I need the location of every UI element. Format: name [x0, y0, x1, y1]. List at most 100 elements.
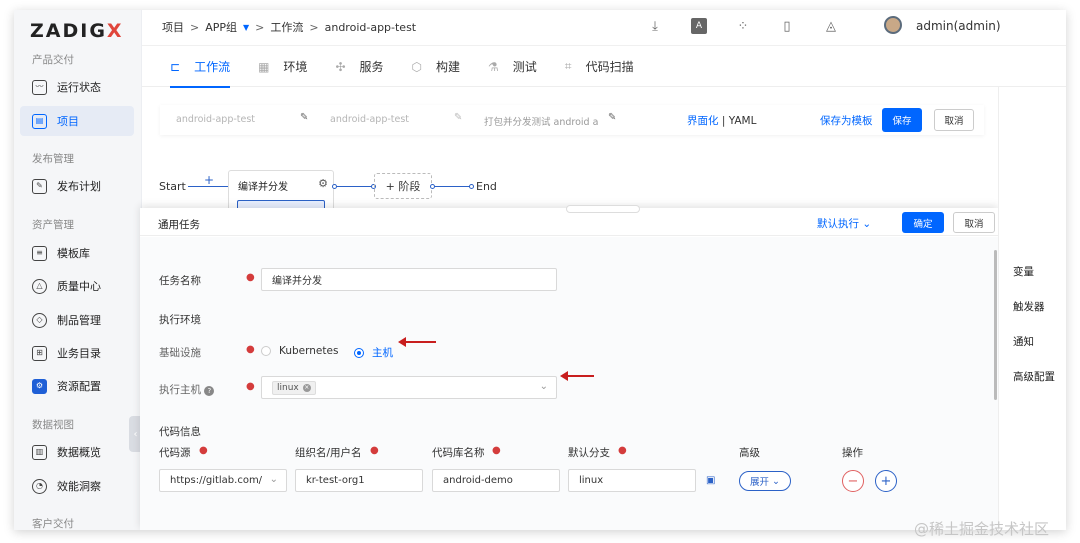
flow-start: Start: [159, 180, 186, 193]
help-icon[interactable]: ?: [204, 386, 215, 396]
app-window: ZADIGX 产品交付 〰 运行状态 ▤ 项目 发布管理 ✎ 发布计划 资产管理…: [14, 10, 1066, 530]
save-button[interactable]: 保存: [882, 108, 922, 132]
sidebar-item-insight[interactable]: ◔ 效能洞察: [20, 471, 134, 501]
remove-repo-button[interactable]: −: [842, 470, 864, 492]
insert-stage-plus[interactable]: +: [204, 173, 214, 187]
repo-select[interactable]: android-demo: [432, 469, 560, 492]
infra-radio-host[interactable]: 主机: [354, 345, 393, 360]
download-icon[interactable]: ⤓: [647, 18, 663, 34]
task-name-input[interactable]: 编译并分发: [261, 268, 557, 291]
env-icon: ▦: [258, 59, 270, 74]
code-info-title: 代码信息: [159, 426, 201, 438]
sidebar-item-resource[interactable]: ⚙ 资源配置: [20, 371, 134, 401]
tree-icon: ⊞: [32, 345, 47, 361]
edit-icon[interactable]: ✎: [608, 112, 616, 123]
breadcrumb-group[interactable]: APP组: [205, 19, 237, 35]
side-item-notify[interactable]: 通知: [1013, 334, 1034, 349]
confirm-button[interactable]: 确定: [902, 212, 944, 233]
edit-icon[interactable]: ✎: [300, 112, 308, 123]
tab-build[interactable]: ⬡ 构建: [412, 47, 461, 87]
avatar[interactable]: [884, 16, 902, 34]
flow-end: End: [476, 180, 497, 193]
col-header-advanced: 高级: [739, 447, 760, 459]
breadcrumb-workflow[interactable]: 工作流: [270, 19, 303, 35]
sidebar-item-artifact[interactable]: ◇ 制品管理: [20, 305, 134, 335]
translate-icon[interactable]: A: [691, 18, 707, 34]
infra-label: 基础设施: [159, 347, 201, 359]
workflow-icon: ⊏: [170, 59, 181, 74]
workflow-desc-field[interactable]: 打包并分发测试 android a: [484, 114, 598, 128]
task-panel-header: 通用任务 默认执行 ⌄ 确定 取消: [140, 208, 998, 236]
sidebar-item-template[interactable]: ≡ 模板库: [20, 238, 134, 268]
flow-line: [334, 186, 374, 187]
mode-ui[interactable]: 界面化: [687, 115, 719, 127]
add-stage-button[interactable]: + 阶段: [374, 173, 432, 199]
required-mark: ●: [246, 381, 255, 392]
host-label: 执行主机 ?: [159, 382, 215, 397]
workflow-name-field[interactable]: android-app-test: [176, 114, 255, 125]
sidebar-section-title: 客户交付: [32, 518, 74, 530]
template-icon: ≡: [32, 245, 47, 261]
stage-title: 编译并分发: [238, 182, 288, 193]
branch-config-icon[interactable]: ▣: [706, 475, 715, 486]
default-exec-select[interactable]: 默认执行 ⌄: [817, 216, 871, 231]
sidebar-item-data-overview[interactable]: ▥ 数据概览: [20, 437, 134, 467]
sidebar-item-release-plan[interactable]: ✎ 发布计划: [20, 171, 134, 201]
tab-test[interactable]: ⚗ 测试: [488, 47, 537, 87]
sidebar-item-catalog[interactable]: ⊞ 业务目录: [20, 338, 134, 368]
sidebar-section-title: 产品交付: [32, 54, 74, 66]
user-name[interactable]: admin(admin): [916, 19, 1001, 33]
required-mark: ●: [246, 344, 255, 355]
workflow-key-field[interactable]: android-app-test: [330, 114, 409, 125]
side-item-triggers[interactable]: 触发器: [1013, 299, 1045, 314]
edit-icon: ✎: [32, 178, 47, 194]
gear-icon[interactable]: ⚙: [318, 177, 328, 190]
code-source-select[interactable]: https://gitlab.com/⌄: [159, 469, 287, 492]
breadcrumb-project[interactable]: 项目: [162, 19, 184, 35]
col-header-actions: 操作: [842, 447, 863, 459]
close-icon[interactable]: ×: [302, 383, 311, 392]
required-mark: ●: [246, 272, 255, 283]
workflow-side-panel: 变量 触发器 通知 高级配置: [998, 87, 1066, 530]
sidebar-item-project[interactable]: ▤ 项目: [20, 106, 134, 136]
tab-workflow[interactable]: ⊏ 工作流: [170, 47, 231, 88]
advanced-expand-button[interactable]: 展开 ⌄: [739, 471, 791, 491]
project-tabs: ⊏ 工作流 ▦ 环境 ✣ 服务 ⬡ 构建 ⚗ 测试 ⌗ 代码扫描: [142, 47, 1066, 88]
gear-icon: ⚙: [32, 378, 47, 394]
top-bar: 项目 > APP组 ▼ > 工作流 > android-app-test ⤓ A…: [142, 10, 1066, 46]
doc-icon[interactable]: ▯: [779, 18, 795, 34]
cancel-button[interactable]: 取消: [934, 109, 974, 131]
add-repo-button[interactable]: +: [875, 470, 897, 492]
mode-yaml[interactable]: YAML: [729, 115, 757, 127]
branch-select[interactable]: linux: [568, 469, 696, 492]
scan-icon: ⌗: [564, 59, 572, 73]
panel-cancel-button[interactable]: 取消: [953, 212, 995, 233]
edit-icon: ✎: [454, 112, 463, 123]
workflow-editor-header: android-app-test ✎ android-app-test ✎ 打包…: [160, 105, 984, 135]
mode-switch[interactable]: 界面化 | YAML: [687, 113, 756, 128]
caret-down-icon[interactable]: ▼: [243, 23, 249, 32]
test-icon: ⚗: [488, 59, 499, 74]
infra-radio-kubernetes[interactable]: Kubernetes: [261, 345, 338, 357]
host-select[interactable]: linux × ⌄: [261, 376, 557, 399]
side-item-advanced[interactable]: 高级配置: [1013, 369, 1055, 384]
sidebar-item-status[interactable]: 〰 运行状态: [20, 72, 134, 102]
col-header-repo: 代码库名称: [432, 447, 485, 459]
col-header-source: 代码源: [159, 447, 191, 459]
panel-scrollbar[interactable]: [994, 250, 997, 400]
org-select[interactable]: kr-test-org1: [295, 469, 423, 492]
tab-service[interactable]: ✣ 服务: [335, 47, 383, 87]
package-icon: ◇: [32, 312, 47, 328]
sidebar-item-quality[interactable]: △ 质量中心: [20, 271, 134, 301]
bell-icon[interactable]: ◬: [823, 18, 839, 34]
zadigx-logo[interactable]: ZADIGX: [30, 20, 124, 42]
annotation-arrow: [398, 337, 436, 347]
chevron-down-icon: ⌄: [269, 474, 278, 485]
side-item-variables[interactable]: 变量: [1013, 264, 1034, 279]
annotation-arrow: [560, 371, 594, 381]
tab-code-scan[interactable]: ⌗ 代码扫描: [565, 47, 634, 87]
chevron-down-icon: ⌄: [862, 218, 872, 230]
tab-environment[interactable]: ▦ 环境: [258, 47, 307, 87]
plugin-icon[interactable]: ⁘: [735, 18, 751, 34]
save-as-template-link[interactable]: 保存为模板: [820, 113, 873, 128]
